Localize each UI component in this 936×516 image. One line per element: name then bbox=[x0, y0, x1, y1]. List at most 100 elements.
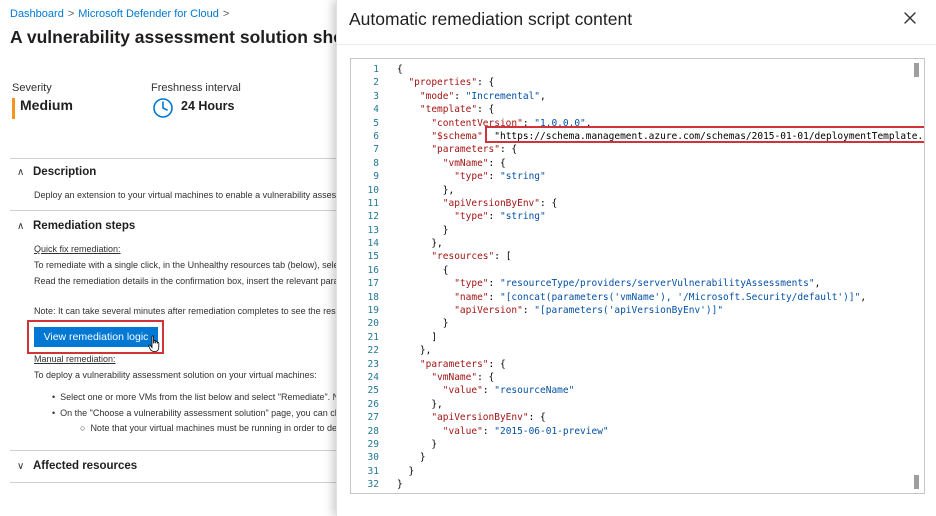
panel-title: Automatic remediation script content bbox=[349, 9, 633, 29]
line-number: 2 bbox=[373, 77, 379, 89]
description-heading: Description bbox=[33, 166, 97, 178]
code-line: } bbox=[397, 224, 449, 236]
line-number: 14 bbox=[367, 238, 379, 250]
code-line: "value": "resourceName" bbox=[442, 385, 575, 397]
line-number: 5 bbox=[373, 117, 379, 129]
line-number: 22 bbox=[367, 345, 379, 357]
line-number: 19 bbox=[367, 305, 379, 317]
code-line: "parameters": { bbox=[419, 358, 506, 370]
line-number: 20 bbox=[367, 318, 379, 330]
affected-resources-heading: Affected resources bbox=[33, 460, 138, 472]
line-number: 11 bbox=[367, 197, 379, 209]
breadcrumb-dashboard[interactable]: Dashboard bbox=[10, 8, 64, 20]
quick-fix-line-2: Read the remediation details in the conf… bbox=[34, 276, 336, 286]
code-line: "parameters": { bbox=[431, 144, 518, 156]
remediation-heading: Remediation steps bbox=[33, 220, 136, 232]
code-line: "apiVersionByEnv": { bbox=[442, 197, 558, 209]
description-text: Deploy an extension to your virtual mach… bbox=[34, 190, 336, 200]
code-line: } bbox=[397, 465, 415, 477]
divider bbox=[10, 210, 336, 211]
breadcrumb-separator: > bbox=[222, 8, 230, 20]
line-number: 1 bbox=[373, 64, 379, 75]
code-line: } bbox=[397, 479, 403, 491]
bullet-text: Note that your virtual machines must be … bbox=[90, 423, 336, 433]
remediation-section-toggle[interactable]: ∧ Remediation steps bbox=[17, 220, 135, 232]
line-number: 32 bbox=[367, 479, 379, 491]
line-number: 26 bbox=[367, 398, 379, 410]
schema-highlight-box bbox=[485, 126, 924, 143]
code-line: { bbox=[397, 64, 403, 75]
line-number: 30 bbox=[367, 452, 379, 464]
breadcrumb-separator: > bbox=[67, 8, 75, 20]
chevron-up-icon: ∧ bbox=[17, 221, 25, 232]
line-number: 21 bbox=[367, 331, 379, 343]
code-line: "vmName": { bbox=[442, 157, 506, 169]
line-number: 13 bbox=[367, 224, 379, 236]
line-number: 10 bbox=[367, 184, 379, 196]
close-icon[interactable] bbox=[902, 10, 918, 26]
code-line: "value": "2015-06-01-preview" bbox=[442, 425, 609, 437]
line-number: 8 bbox=[373, 157, 379, 169]
description-section-toggle[interactable]: ∧ Description bbox=[17, 166, 96, 178]
line-number: 16 bbox=[367, 264, 379, 276]
severity-label: Severity bbox=[12, 82, 52, 94]
view-remediation-logic-button[interactable]: View remediation logic bbox=[34, 327, 158, 347]
code-line: "mode": "Incremental", bbox=[419, 90, 546, 102]
line-number: 24 bbox=[367, 371, 379, 383]
code-line: "type": "string" bbox=[454, 171, 546, 183]
manual-remediation-label: Manual remediation: bbox=[34, 354, 116, 364]
line-number: 6 bbox=[373, 130, 379, 142]
bullet-text: Select one or more VMs from the list bel… bbox=[60, 392, 336, 402]
line-number: 18 bbox=[367, 291, 379, 303]
code-line: } bbox=[397, 438, 438, 450]
freshness-value: 24 Hours bbox=[181, 99, 235, 113]
code-line: "template": { bbox=[419, 104, 495, 116]
list-item: • On the "Choose a vulnerability assessm… bbox=[52, 408, 336, 418]
code-line: "vmName": { bbox=[431, 371, 495, 383]
code-line: "name": "[concat(parameters('vmName'), '… bbox=[454, 291, 867, 303]
highlight-box: View remediation logic bbox=[27, 320, 164, 354]
freshness-label: Freshness interval bbox=[151, 82, 241, 94]
line-number: 4 bbox=[373, 104, 379, 116]
line-number: 3 bbox=[373, 90, 379, 102]
code-line: "apiVersionByEnv": { bbox=[431, 412, 546, 424]
chevron-up-icon: ∧ bbox=[17, 167, 25, 178]
chevron-down-icon: ∨ bbox=[17, 461, 25, 472]
code-editor[interactable]: 1 2 3 4 5 6 7 8 9 10 11 12 13 14 15 16 17 18 19 20 21 22 23 24 2… bbox=[350, 58, 925, 494]
divider bbox=[10, 482, 336, 483]
code-line: }, bbox=[397, 238, 443, 250]
page-title: A vulnerability assessment solution shou… bbox=[10, 27, 336, 47]
code-line: "type": "string" bbox=[454, 211, 546, 223]
line-number: 7 bbox=[373, 144, 379, 156]
breadcrumb-defender[interactable]: Microsoft Defender for Cloud bbox=[78, 8, 219, 20]
recommendation-blade: Dashboard > Microsoft Defender for Cloud > … bbox=[0, 0, 336, 516]
line-number: 31 bbox=[367, 465, 379, 477]
code-line: }, bbox=[397, 398, 443, 410]
line-number: 25 bbox=[367, 385, 379, 397]
scrollbar-thumb[interactable] bbox=[914, 475, 919, 489]
code-line: "type": "resourceType/providers/serverVu… bbox=[454, 278, 821, 290]
divider bbox=[10, 450, 336, 451]
severity-value: Medium bbox=[20, 97, 73, 113]
code-line: }, bbox=[397, 345, 432, 357]
line-number: 15 bbox=[367, 251, 379, 263]
line-number: 29 bbox=[367, 438, 379, 450]
line-number: 28 bbox=[367, 425, 379, 437]
line-number: 27 bbox=[367, 412, 379, 424]
quick-fix-line-1: To remediate with a single click, in the… bbox=[34, 260, 336, 270]
code-line: "apiVersion": "[parameters('apiVersionBy… bbox=[454, 305, 724, 317]
code-line: "resources": [ bbox=[431, 251, 512, 263]
breadcrumb: Dashboard > Microsoft Defender for Cloud > bbox=[10, 8, 233, 20]
scrollbar-thumb[interactable] bbox=[914, 63, 919, 77]
code-line: } bbox=[397, 452, 426, 464]
affected-resources-toggle[interactable]: ∨ Affected resources bbox=[17, 460, 137, 472]
code-line: }, bbox=[397, 184, 455, 196]
line-number: 9 bbox=[373, 171, 379, 183]
line-number: 17 bbox=[367, 278, 379, 290]
line-number: 12 bbox=[367, 211, 379, 223]
divider bbox=[10, 158, 336, 159]
list-item: ○ Note that your virtual machines must b… bbox=[80, 423, 336, 433]
line-number: 23 bbox=[367, 358, 379, 370]
severity-indicator bbox=[12, 98, 15, 119]
code-line: ] bbox=[397, 331, 438, 343]
